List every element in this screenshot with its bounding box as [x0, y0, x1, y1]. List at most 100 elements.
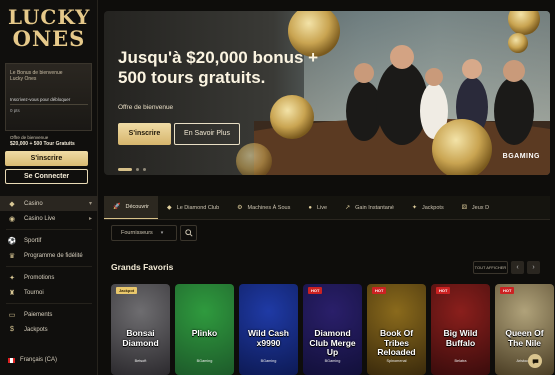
- tab-label: Découvrir: [125, 203, 150, 210]
- hero-illustration: [236, 11, 550, 175]
- hero-headline: Jusqu'à $20,000 bonus + 500 tours gratui…: [118, 48, 319, 87]
- nav-divider: [6, 303, 92, 304]
- game-provider: Betsoft: [134, 359, 147, 363]
- game-card[interactable]: Jackpot Bonsai Diamond Betsoft: [111, 284, 170, 375]
- live-icon: ●: [308, 204, 312, 211]
- tab-découvrir[interactable]: 🚀 Découvrir: [104, 196, 159, 219]
- game-tag-badge: HOT: [372, 287, 387, 294]
- tab-label: Gain Instantané: [355, 204, 394, 211]
- bonus-progress-track: [10, 104, 88, 105]
- signup-button[interactable]: S'inscrire: [5, 151, 88, 166]
- sidebar-item-casino[interactable]: ◆ Casino ▾: [0, 196, 98, 211]
- game-card[interactable]: Wild Cash x9990 BGaming: [239, 284, 298, 375]
- language-selector[interactable]: Français (CA): [8, 357, 57, 363]
- hero-learn-more-button[interactable]: En Savoir Plus: [174, 123, 240, 145]
- hero-banner[interactable]: Jusqu'à $20,000 bonus + 500 tours gratui…: [104, 11, 550, 175]
- canada-flag-icon: [8, 357, 15, 363]
- see-all-button[interactable]: TOUT AFFICHER: [473, 261, 508, 274]
- carousel-next-button[interactable]: ›: [527, 261, 540, 274]
- provider-dropdown[interactable]: Fournisseurs ▾: [111, 225, 177, 241]
- search-button[interactable]: [180, 225, 197, 241]
- casino-icon: ◆: [9, 200, 15, 208]
- game-title: Diamond Club Merge Up: [309, 328, 356, 357]
- game-provider: BGaming: [260, 359, 277, 363]
- chat-icon: [532, 358, 538, 364]
- game-title: Big Wild Buffalo: [443, 328, 478, 348]
- tab-label: Machines À Sous: [247, 204, 291, 211]
- game-card[interactable]: HOT Big Wild Buffalo Belatra: [431, 284, 490, 375]
- game-card[interactable]: HOT Queen Of The Nile Aristocrat: [495, 284, 554, 375]
- crown-icon: ♛: [8, 252, 16, 260]
- carousel-dot-2[interactable]: [136, 168, 139, 171]
- language-label: Français (CA): [20, 357, 58, 363]
- nav-divider: [6, 229, 92, 230]
- nav-divider: [6, 266, 92, 267]
- sidebar-item-promotions[interactable]: ✦ Promotions: [0, 270, 98, 285]
- chevron-icon: ▸: [88, 216, 92, 222]
- brand-line-2: ONES: [12, 26, 86, 51]
- chat-button[interactable]: [528, 354, 542, 368]
- section-title: Grands Favoris: [111, 262, 174, 272]
- game-card[interactable]: HOT Diamond Club Merge Up BGaming: [303, 284, 362, 375]
- wallet-icon: ▭: [8, 311, 16, 319]
- instant-icon: ↗: [345, 205, 351, 211]
- tab-label: Live: [316, 204, 328, 211]
- sidebar-item-label: Promotions: [24, 274, 55, 281]
- tab-label: Jeux D: [471, 204, 490, 211]
- game-card[interactable]: Plinko BGaming: [175, 284, 234, 375]
- hero-offer-label: Offre de bienvenue: [118, 104, 174, 111]
- search-icon: [184, 229, 193, 237]
- live-casino-icon: ◉: [8, 215, 16, 223]
- game-cards: Jackpot Bonsai Diamond Betsoft Plinko BGamin…: [111, 284, 555, 375]
- slots-icon: ⚙: [237, 205, 243, 211]
- game-tag-badge: HOT: [500, 287, 515, 294]
- game-provider: Aristocrat: [516, 359, 533, 363]
- carousel-dots: [118, 168, 146, 171]
- category-tabs: 🚀 Découvrir ◆ Le Diamond Club ⚙ Machines À So…: [104, 196, 550, 220]
- game-tag-badge: HOT: [308, 287, 323, 294]
- sidebar-item-label: Tournoi: [24, 289, 44, 296]
- game-card[interactable]: HOT Book Of Tribes Reloaded Spinomenal: [367, 284, 426, 375]
- provider-logo: BGAMING: [502, 153, 540, 160]
- hero-signup-button[interactable]: S'inscrire: [118, 123, 171, 145]
- game-tag-badge: Jackpot: [116, 287, 138, 294]
- tab-machines-à-sous[interactable]: ⚙ Machines À Sous: [228, 196, 299, 219]
- bonus-card[interactable]: Le Bonus de bienvenue Lucky Ones Inscriv…: [5, 63, 92, 131]
- tab-gain-instantané[interactable]: ↗ Gain Instantané: [336, 196, 403, 219]
- diamond-icon: ◆: [167, 205, 172, 211]
- brand-line-1: LUCKY: [8, 5, 91, 29]
- sidebar-item-paiements[interactable]: ▭ Paiements: [0, 307, 98, 322]
- login-button[interactable]: Se Connecter: [5, 169, 88, 184]
- sidebar-item-casino-live[interactable]: ◉ Casino Live ▸: [0, 211, 98, 226]
- carousel-dot-1[interactable]: [118, 168, 132, 171]
- game-title: Plinko: [191, 328, 218, 338]
- welcome-offer-amount: $20,000 + 500 Tour Gratuits: [10, 141, 75, 147]
- sidebar-item-tournoi[interactable]: ♜ Tournoi: [0, 285, 98, 300]
- sidebar-item-label: Casino Live: [24, 215, 56, 222]
- sidebar: LUCKY ONES Le Bonus de bienvenue Lucky O…: [0, 0, 98, 375]
- sidebar-nav: ◆ Casino ▾ ◉ Casino Live ▸ ⚽ Sportif ♛ Programme …: [0, 196, 98, 337]
- sidebar-item-label: Programme de fidélité: [24, 252, 83, 259]
- game-tag-badge: HOT: [436, 287, 451, 294]
- sidebar-item-sportif[interactable]: ⚽ Sportif: [0, 233, 98, 248]
- welcome-offer: Offre de bienvenue $20,000 + 500 Tour Gr…: [10, 135, 90, 147]
- sidebar-item-label: Sportif: [24, 237, 42, 244]
- tab-live[interactable]: ● Live: [299, 196, 336, 219]
- carousel-dot-3[interactable]: [143, 168, 146, 171]
- brand-logo[interactable]: LUCKY ONES: [8, 6, 90, 58]
- game-provider: BGaming: [196, 359, 213, 363]
- carousel-prev-button[interactable]: ‹: [511, 261, 524, 274]
- gift-icon: ✦: [9, 274, 15, 282]
- bonus-card-cta: Inscrivez-vous pour débloquer: [10, 97, 71, 102]
- tab-le-diamond-club[interactable]: ◆ Le Diamond Club: [158, 196, 228, 219]
- tab-jeux-d[interactable]: ⚄ Jeux D: [453, 196, 498, 219]
- chevron-icon: ▾: [88, 201, 92, 207]
- game-title: Queen Of The Nile: [505, 328, 544, 348]
- rocket-icon: 🚀: [113, 204, 121, 210]
- tab-jackpots[interactable]: ✦ Jackpots: [403, 196, 453, 219]
- chevron-right-icon: ›: [532, 264, 535, 271]
- game-provider: BGaming: [324, 359, 341, 363]
- sidebar-item-programme-de-fidélité[interactable]: ♛ Programme de fidélité: [0, 248, 98, 263]
- sidebar-item-label: Casino: [24, 200, 43, 207]
- sidebar-item-jackpots[interactable]: $ Jackpots: [0, 322, 98, 337]
